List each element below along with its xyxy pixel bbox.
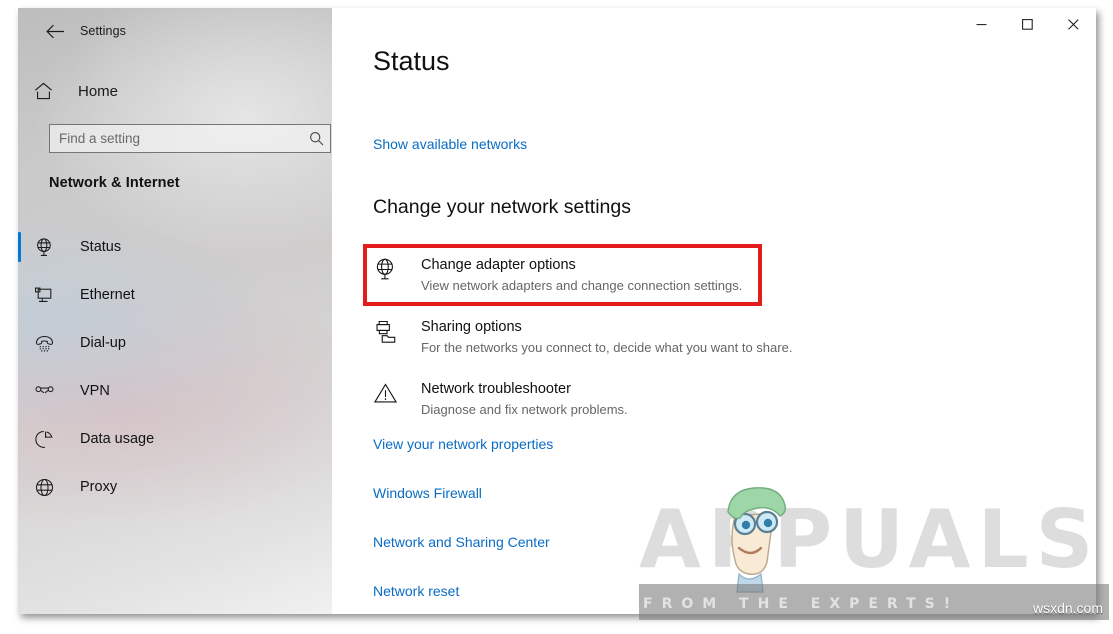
selection-indicator [18, 232, 21, 262]
network-links-list: View your network properties Windows Fir… [373, 436, 793, 614]
selection-indicator [18, 328, 21, 358]
sidebar-item-label: VPN [80, 383, 110, 399]
sidebar-item-label: Status [80, 239, 122, 255]
search-box[interactable] [49, 124, 331, 153]
sidebar-item-status[interactable]: Status [18, 223, 332, 271]
search-icon[interactable] [302, 131, 330, 146]
sidebar-item-vpn[interactable]: VPN [18, 367, 332, 415]
category-heading: Network & Internet [49, 175, 180, 191]
vpn-key-icon [34, 381, 80, 402]
globe-icon [34, 477, 80, 498]
ethernet-icon [34, 285, 80, 306]
pie-chart-icon [34, 429, 80, 450]
option-change-adapter-options[interactable]: Change adapter options View network adap… [373, 248, 933, 310]
sidebar-item-label: Proxy [80, 479, 118, 495]
sidebar: Settings Home Network & Internet [18, 8, 332, 614]
link-view-network-properties[interactable]: View your network properties [373, 436, 553, 452]
maximize-icon[interactable] [1004, 8, 1050, 40]
close-icon[interactable] [1050, 8, 1096, 40]
warning-triangle-icon [373, 378, 421, 406]
sidebar-item-home[interactable]: Home [18, 72, 332, 110]
network-options-list: Change adapter options View network adap… [373, 248, 933, 434]
link-network-reset[interactable]: Network reset [373, 583, 459, 599]
app-title: Settings [80, 24, 126, 38]
back-arrow-icon[interactable] [34, 15, 76, 47]
option-text: Network troubleshooter Diagnose and fix … [421, 378, 628, 419]
search-input[interactable] [50, 125, 302, 152]
page-title: Status [373, 46, 450, 76]
option-description: Diagnose and fix network problems. [421, 402, 628, 417]
selection-indicator [18, 424, 21, 454]
option-title: Network troubleshooter [421, 381, 571, 397]
link-network-and-sharing-center[interactable]: Network and Sharing Center [373, 534, 550, 550]
option-title: Sharing options [421, 319, 522, 335]
option-network-troubleshooter[interactable]: Network troubleshooter Diagnose and fix … [373, 372, 933, 434]
section-heading: Change your network settings [373, 196, 631, 218]
option-title: Change adapter options [421, 257, 576, 273]
dialup-phone-icon [34, 333, 80, 354]
globe-monitor-icon [373, 254, 421, 282]
option-sharing-options[interactable]: Sharing options For the networks you con… [373, 310, 933, 372]
minimize-icon[interactable] [958, 8, 1004, 40]
option-text: Sharing options For the networks you con… [421, 316, 792, 357]
option-text: Change adapter options View network adap… [421, 254, 742, 295]
settings-window: Settings Home Network & Internet [18, 8, 1096, 614]
sidebar-item-label: Ethernet [80, 287, 135, 303]
sidebar-nav: Status Ethernet Dial-up VPN Data usage P… [18, 223, 332, 511]
sidebar-item-dialup[interactable]: Dial-up [18, 319, 332, 367]
show-available-networks-link[interactable]: Show available networks [373, 136, 527, 152]
selection-indicator [18, 280, 21, 310]
option-description: For the networks you connect to, decide … [421, 340, 793, 355]
link-windows-firewall[interactable]: Windows Firewall [373, 485, 482, 501]
home-label: Home [78, 82, 119, 100]
titlebar: Settings [18, 8, 332, 54]
sidebar-item-label: Data usage [80, 431, 155, 447]
home-icon [34, 82, 78, 100]
selection-indicator [18, 376, 21, 406]
option-description: View network adapters and change connect… [421, 278, 743, 293]
sidebar-item-data-usage[interactable]: Data usage [18, 415, 332, 463]
window-controls [958, 8, 1096, 48]
main-content: Status Show available networks Change yo… [332, 8, 1096, 614]
selection-indicator [18, 472, 21, 502]
sidebar-item-proxy[interactable]: Proxy [18, 463, 332, 511]
printer-folder-icon [373, 316, 421, 344]
globe-monitor-icon [34, 237, 80, 258]
sidebar-item-ethernet[interactable]: Ethernet [18, 271, 332, 319]
sidebar-item-label: Dial-up [80, 335, 126, 351]
